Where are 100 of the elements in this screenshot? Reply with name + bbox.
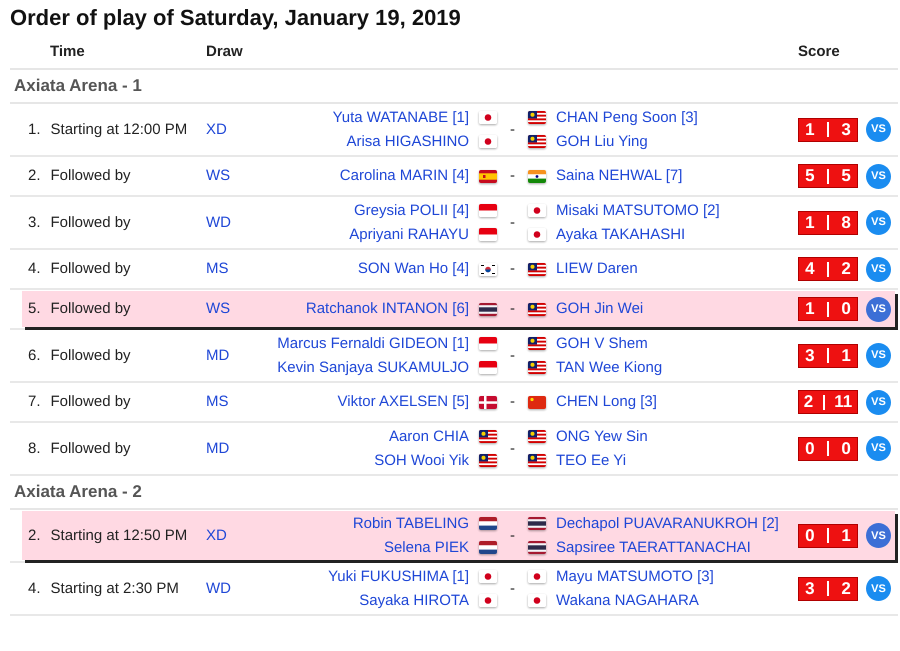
flag-icon	[528, 111, 546, 124]
column-header: Draw	[206, 42, 244, 62]
player-link[interactable]: Saina NEHWAL [7]	[556, 166, 682, 186]
player-link[interactable]: ONG Yew Sin	[556, 427, 648, 447]
match-time: Starting at 12:50 PM	[50, 526, 188, 546]
player-link[interactable]: Aaron CHIA	[388, 427, 469, 447]
vs-button[interactable]: VS	[866, 523, 891, 548]
flag-icon	[479, 430, 497, 444]
flag-icon	[528, 302, 546, 316]
score-value: 2	[804, 391, 814, 414]
player-link[interactable]: CHAN Peng Soon [3]	[556, 108, 698, 128]
flag-icon	[528, 337, 546, 350]
flag-icon	[528, 204, 546, 218]
flag-icon	[528, 228, 546, 241]
flag-icon	[528, 594, 546, 607]
score-value: 5	[805, 165, 815, 188]
separator-text: -	[510, 120, 515, 138]
match-number: 3.	[28, 212, 41, 232]
match-number: 8.	[28, 438, 41, 458]
player-link[interactable]: SON Wan Ho [4]	[358, 259, 469, 279]
player-link[interactable]: Viktor AXELSEN [5]	[338, 392, 469, 412]
player-link[interactable]: Greysia POLII [4]	[354, 201, 469, 221]
player-link[interactable]: Marcus Fernaldi GIDEON [1]	[277, 334, 469, 354]
player-link[interactable]: Wakana NAGAHARA	[556, 590, 699, 610]
flag-icon	[479, 454, 497, 467]
flag-icon	[528, 540, 546, 554]
player-link[interactable]: TAN Wee Kiong	[556, 358, 662, 378]
flag-icon	[479, 134, 497, 148]
draw-link[interactable]: XD	[206, 120, 227, 138]
player-link[interactable]: Selena PIEK	[384, 538, 469, 558]
flag-icon	[479, 302, 497, 316]
player-link[interactable]: Sapsiree TAERATTANACHAI	[556, 538, 751, 558]
match-number: 6.	[28, 346, 41, 366]
flag-icon	[479, 228, 497, 241]
player-link[interactable]: SOH Wooi Yik	[374, 450, 469, 470]
player-link[interactable]: Carolina MARIN [4]	[340, 166, 469, 186]
separator-text: -	[510, 167, 515, 184]
page-title: Order of play of Saturday, January 19, 2019	[10, 4, 462, 32]
match-time: Followed by	[50, 299, 131, 319]
flag-icon	[479, 396, 497, 409]
player-link[interactable]: Robin TABELING	[352, 514, 469, 534]
player-link[interactable]: Arisa HIGASHINO	[346, 132, 469, 152]
draw-link[interactable]: MS	[206, 393, 228, 410]
score-value: 8	[841, 212, 851, 234]
flag-icon	[479, 594, 497, 607]
player-link[interactable]: Mayu MATSUMOTO [3]	[556, 567, 714, 587]
flag-icon	[528, 517, 546, 530]
score-value: 5	[841, 165, 851, 188]
score-value: 0	[805, 524, 815, 547]
score-value: 0	[841, 438, 851, 460]
player-link[interactable]: GOH Liu Ying	[556, 132, 648, 152]
player-link[interactable]: Dechapol PUAVARANUKROH [2]	[556, 514, 779, 534]
match-number: 5.	[28, 299, 41, 319]
flag-icon	[528, 262, 546, 276]
flag-icon	[479, 517, 497, 530]
player-link[interactable]: Misaki MATSUTOMO [2]	[556, 201, 720, 221]
score-value: 0	[805, 438, 815, 460]
score-value: 1	[805, 212, 815, 234]
flag-icon	[479, 170, 497, 183]
score-value: 3	[805, 344, 815, 367]
player-link[interactable]: Yuki FUKUSHIMA [1]	[328, 567, 469, 587]
player-link[interactable]: Kevin Sanjaya SUKAMULJO	[277, 358, 469, 378]
draw-link[interactable]: MS	[206, 260, 228, 278]
separator-text: -	[510, 440, 515, 457]
score-value: 4	[805, 258, 815, 280]
flag-icon	[479, 360, 497, 374]
match-time: Followed by	[50, 438, 131, 458]
draw-link[interactable]: MD	[206, 440, 230, 457]
player-link[interactable]: CHEN Long [3]	[556, 392, 657, 412]
player-link[interactable]: Sayaka HIROTA	[359, 590, 469, 610]
column-header: Time	[49, 42, 86, 62]
player-link[interactable]: LIEW Daren	[556, 259, 638, 279]
flag-icon	[528, 570, 546, 584]
separator-text: -	[510, 393, 515, 410]
flag-icon	[479, 337, 497, 350]
player-link[interactable]: Yuta WATANABE [1]	[332, 108, 469, 128]
column-header: Score	[798, 42, 841, 62]
player-link[interactable]: Ayaka TAKAHASHI	[556, 224, 686, 244]
flag-icon	[528, 360, 546, 374]
match-time: Followed by	[50, 259, 131, 279]
draw-link[interactable]: WS	[206, 300, 230, 318]
player-link[interactable]: TEO Ee Yi	[556, 450, 626, 470]
flag-icon	[479, 262, 497, 276]
separator-text: -	[510, 580, 515, 597]
draw-link[interactable]: MD	[206, 346, 230, 364]
vs-button[interactable]: VS	[866, 296, 891, 322]
draw-link[interactable]: XD	[206, 526, 227, 544]
player-link[interactable]: GOH Jin Wei	[556, 299, 644, 319]
player-link[interactable]: GOH V Shem	[556, 334, 648, 354]
score-value: 1	[841, 524, 851, 547]
player-link[interactable]: Apriyani RAHAYU	[349, 224, 469, 244]
draw-link[interactable]: WS	[206, 167, 230, 184]
player-link[interactable]: Ratchanok INTANON [6]	[306, 299, 469, 319]
flag-icon	[528, 170, 546, 183]
draw-link[interactable]: WD	[206, 214, 231, 231]
score-value: 1	[841, 344, 851, 367]
match-time: Starting at 12:00 PM	[50, 120, 188, 140]
score-value: 2	[841, 258, 851, 280]
draw-link[interactable]: WD	[206, 580, 231, 597]
separator-text: -	[510, 214, 515, 231]
